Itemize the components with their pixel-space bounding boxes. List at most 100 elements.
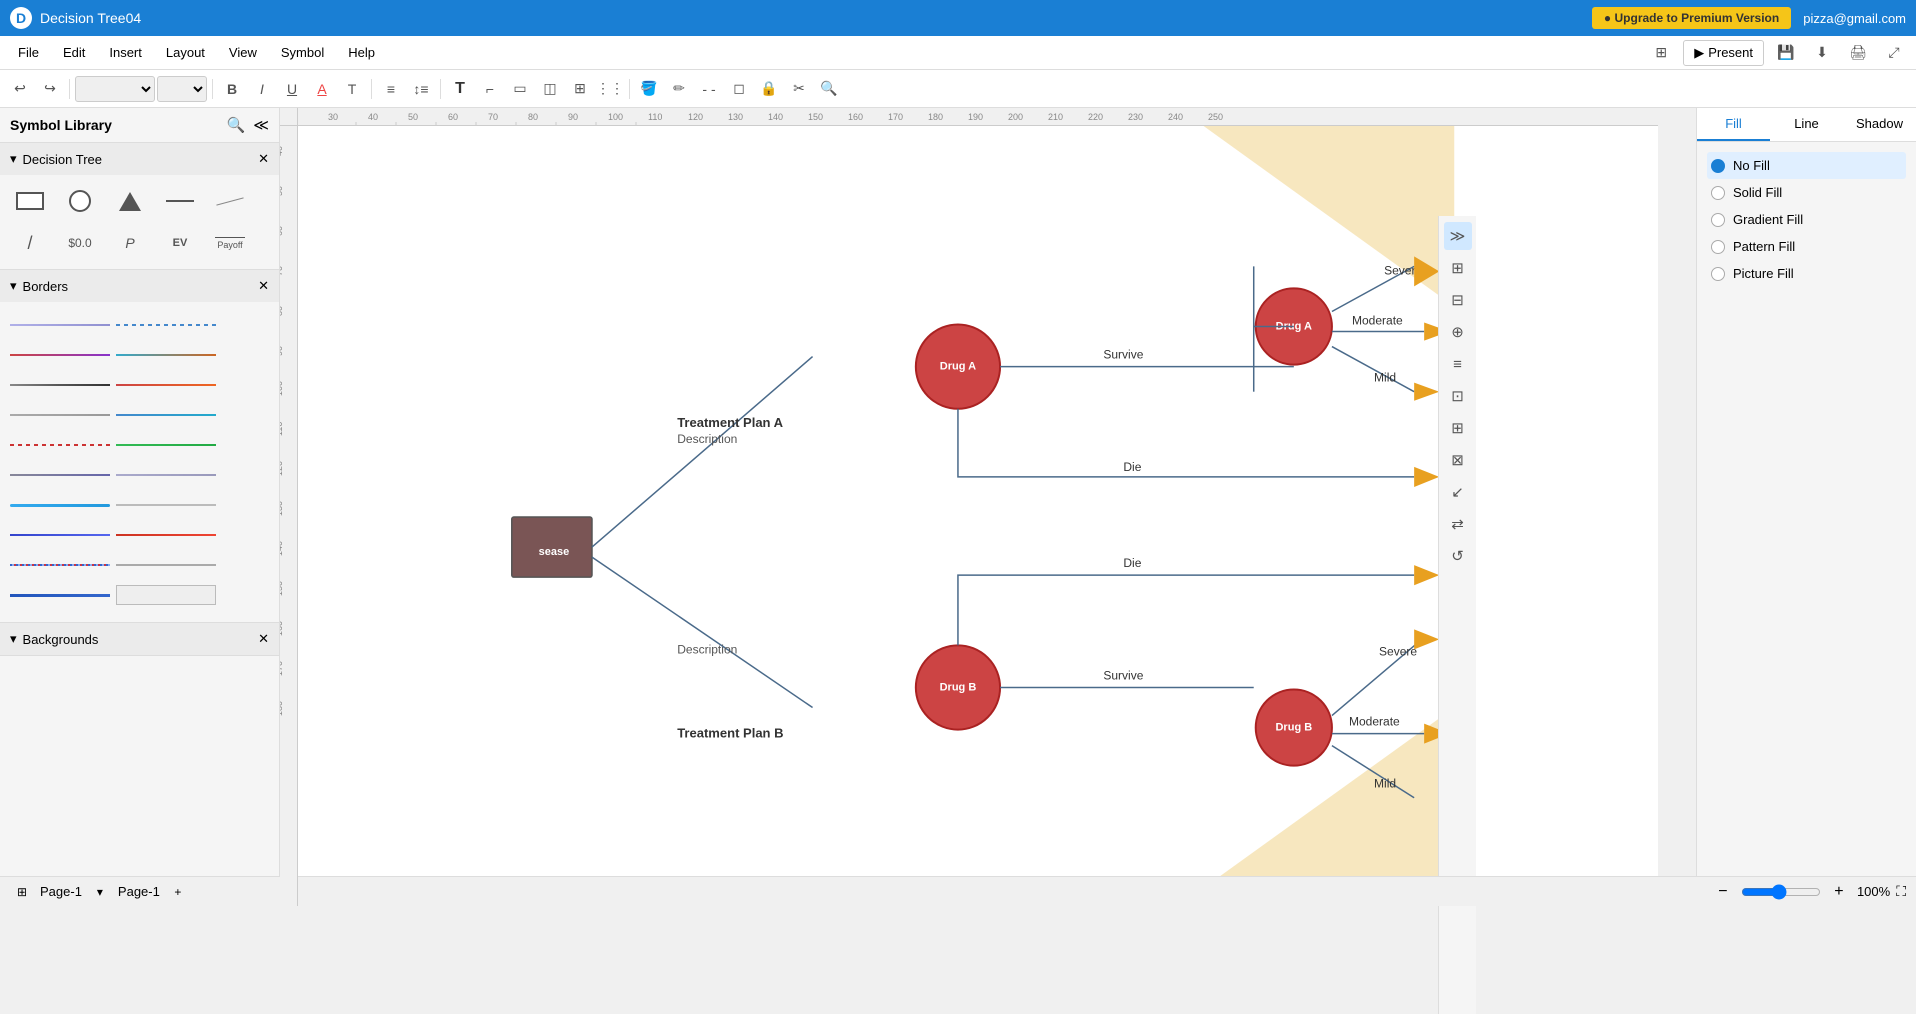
shuffle-icon[interactable]: ⇄ <box>1444 510 1472 538</box>
save-icon[interactable]: 💾 <box>1772 39 1800 67</box>
search-icon[interactable]: 🔍 <box>227 116 246 134</box>
border-item[interactable] <box>10 555 110 575</box>
border-item[interactable] <box>10 405 110 425</box>
share-icon[interactable]: ⤢ <box>1880 39 1908 67</box>
screen-icon[interactable]: ⊞ <box>1647 39 1675 67</box>
borders-close-icon[interactable]: ✕ <box>258 278 269 294</box>
print-icon[interactable]: 🖨 <box>1844 39 1872 67</box>
upgrade-button[interactable]: ● Upgrade to Premium Version <box>1592 7 1791 29</box>
text-style-button[interactable]: T <box>338 75 366 103</box>
layers-icon[interactable]: ⊕ <box>1444 318 1472 346</box>
menu-insert[interactable]: Insert <box>99 41 152 64</box>
menu-view[interactable]: View <box>219 41 267 64</box>
line-spacing-button[interactable]: ↕≡ <box>407 75 435 103</box>
add-page-button[interactable]: + <box>166 882 190 902</box>
shadow-tab[interactable]: Shadow <box>1843 108 1916 141</box>
picture-fill-option[interactable]: Picture Fill <box>1707 260 1906 287</box>
zoom-out-button[interactable]: − <box>1711 882 1735 902</box>
arrow-icon[interactable]: ↙ <box>1444 478 1472 506</box>
align-button[interactable]: ⊞ <box>566 75 594 103</box>
org-icon[interactable]: ⊞ <box>1444 414 1472 442</box>
stack-icon[interactable]: ≡ <box>1444 350 1472 378</box>
border-item[interactable] <box>10 465 110 485</box>
cut-button[interactable]: ✂ <box>785 75 813 103</box>
expand-icon[interactable]: ≫ <box>1444 222 1472 250</box>
fill-color-button[interactable]: 🪣 <box>635 75 663 103</box>
solid-fill-option[interactable]: Solid Fill <box>1707 179 1906 206</box>
border-item[interactable] <box>116 525 216 545</box>
payoff-symbol[interactable]: Payoff <box>208 225 252 261</box>
border-item[interactable] <box>10 585 110 605</box>
text-box-button[interactable]: T <box>446 75 474 103</box>
lock-button[interactable]: 🔒 <box>755 75 783 103</box>
pattern-fill-option[interactable]: Pattern Fill <box>1707 233 1906 260</box>
backgrounds-close-icon[interactable]: ✕ <box>258 631 269 647</box>
history-icon[interactable]: ↺ <box>1444 542 1472 570</box>
gradient-fill-option[interactable]: Gradient Fill <box>1707 206 1906 233</box>
menu-layout[interactable]: Layout <box>156 41 215 64</box>
rect-symbol[interactable] <box>8 183 52 219</box>
shape-button[interactable]: ◫ <box>536 75 564 103</box>
menu-edit[interactable]: Edit <box>53 41 95 64</box>
zoom-slider[interactable] <box>1741 884 1821 900</box>
align-left-button[interactable]: ≡ <box>377 75 405 103</box>
fullscreen-button[interactable]: ⛶ <box>1896 883 1906 900</box>
collapse-icon[interactable]: ≪ <box>253 116 269 134</box>
connector-button[interactable]: ⌐ <box>476 75 504 103</box>
border-item[interactable] <box>10 435 110 455</box>
border-item[interactable] <box>116 315 216 335</box>
line-color-button[interactable]: ✏ <box>665 75 693 103</box>
line-tab[interactable]: Line <box>1770 108 1843 141</box>
border-item[interactable] <box>116 495 216 515</box>
page-layout-icon[interactable]: ⊞ <box>10 882 34 902</box>
backgrounds-header[interactable]: ▾ Backgrounds ✕ <box>0 623 279 655</box>
ev-symbol[interactable]: EV <box>158 225 202 261</box>
redo-button[interactable]: ↪ <box>36 75 64 103</box>
font-color-button[interactable]: A <box>308 75 336 103</box>
shadow-button[interactable]: ◻ <box>725 75 753 103</box>
decision-tree-header[interactable]: ▾ Decision Tree ✕ <box>0 143 279 175</box>
line1-symbol[interactable] <box>158 183 202 219</box>
grid-icon[interactable]: ⊟ <box>1444 286 1472 314</box>
present-button[interactable]: ▶ Present <box>1683 40 1764 66</box>
underline-button[interactable]: U <box>278 75 306 103</box>
line-style-button[interactable]: - - <box>695 75 723 103</box>
line2-symbol[interactable] <box>208 183 252 219</box>
font-family-select[interactable] <box>75 76 155 102</box>
p-symbol[interactable]: P <box>108 225 152 261</box>
merge-icon[interactable]: ⊠ <box>1444 446 1472 474</box>
border-item[interactable] <box>116 555 216 575</box>
no-fill-option[interactable]: No Fill <box>1707 152 1906 179</box>
layout-button[interactable]: ⋮⋮ <box>596 75 624 103</box>
circle-symbol[interactable] <box>58 183 102 219</box>
border-item[interactable] <box>116 435 216 455</box>
image-icon[interactable]: ⊡ <box>1444 382 1472 410</box>
download-icon[interactable]: ⬇ <box>1808 39 1836 67</box>
bold-button[interactable]: B <box>218 75 246 103</box>
border-item[interactable] <box>10 375 110 395</box>
border-item[interactable] <box>10 315 110 335</box>
border-item[interactable] <box>116 345 216 365</box>
border-item[interactable] <box>10 495 110 515</box>
italic-button[interactable]: I <box>248 75 276 103</box>
slash-symbol[interactable]: / <box>8 225 52 261</box>
page-dropdown[interactable]: ▾ <box>88 882 112 902</box>
border-item[interactable] <box>10 345 110 365</box>
border-item[interactable] <box>116 405 216 425</box>
close-icon[interactable]: ✕ <box>258 151 269 167</box>
dollar-symbol[interactable]: $0.0 <box>58 225 102 261</box>
border-item[interactable] <box>116 585 216 605</box>
zoom-in-button[interactable]: + <box>1827 882 1851 902</box>
triangle-symbol[interactable] <box>108 183 152 219</box>
menu-help[interactable]: Help <box>338 41 385 64</box>
menu-file[interactable]: File <box>8 41 49 64</box>
menu-symbol[interactable]: Symbol <box>271 41 334 64</box>
font-size-select[interactable] <box>157 76 207 102</box>
border-item[interactable] <box>10 525 110 545</box>
rect-shape-button[interactable]: ▭ <box>506 75 534 103</box>
search-button[interactable]: 🔍 <box>815 75 843 103</box>
border-item[interactable] <box>116 375 216 395</box>
borders-header[interactable]: ▾ Borders ✕ <box>0 270 279 302</box>
format-icon[interactable]: ⊞ <box>1444 254 1472 282</box>
undo-button[interactable]: ↩ <box>6 75 34 103</box>
